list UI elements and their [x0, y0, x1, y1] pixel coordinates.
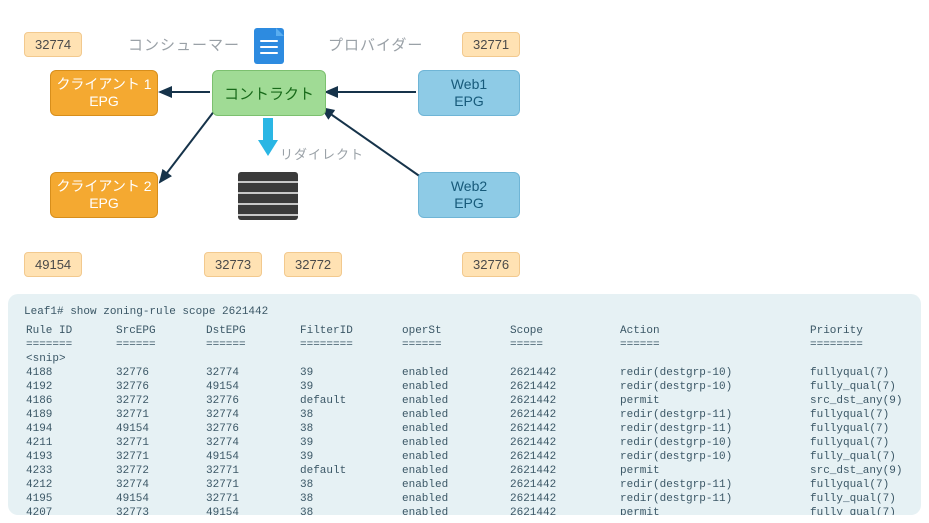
- contract-node: コントラクト: [212, 70, 326, 116]
- tag-32773: 32773: [204, 252, 262, 277]
- table-row: 42333277232771defaultenabled2621442permi…: [24, 464, 905, 478]
- terminal-panel: Leaf1# show zoning-rule scope 2621442 Ru…: [8, 294, 921, 515]
- table-row: 4212327743277138enabled2621442redir(dest…: [24, 478, 905, 492]
- redirect-label: リダイレクト: [280, 144, 364, 163]
- table-row: ========================================…: [24, 338, 905, 352]
- redirect-arrow-icon: [259, 118, 277, 156]
- table-row: 4192327764915439enabled2621442redir(dest…: [24, 380, 905, 394]
- table-row: Rule IDSrcEPGDstEPGFilterIDoperStScopeAc…: [24, 324, 905, 338]
- consumer-label: コンシューマー: [128, 34, 240, 55]
- provider-label: プロバイダー: [328, 34, 423, 55]
- firewall-icon: [238, 172, 298, 220]
- tag-32771: 32771: [462, 32, 520, 57]
- table-row: 4193327714915439enabled2621442redir(dest…: [24, 450, 905, 464]
- client1-epg-node: クライアント 1 EPG: [50, 70, 158, 116]
- web2-epg-node: Web2 EPG: [418, 172, 520, 218]
- zoning-rule-table: Rule IDSrcEPGDstEPGFilterIDoperStScopeAc…: [24, 324, 905, 515]
- table-row: 41863277232776defaultenabled2621442permi…: [24, 394, 905, 408]
- table-row: <snip>: [24, 352, 905, 366]
- table-row: 4211327713277439enabled2621442redir(dest…: [24, 436, 905, 450]
- tag-49154: 49154: [24, 252, 82, 277]
- document-icon: [254, 28, 284, 64]
- client2-epg-node: クライアント 2 EPG: [50, 172, 158, 218]
- tag-32774: 32774: [24, 32, 82, 57]
- tag-32776: 32776: [462, 252, 520, 277]
- terminal-command: Leaf1# show zoning-rule scope 2621442: [24, 306, 905, 318]
- web1-epg-node: Web1 EPG: [418, 70, 520, 116]
- table-row: 4188327763277439enabled2621442redir(dest…: [24, 366, 905, 380]
- table-row: 4195491543277138enabled2621442redir(dest…: [24, 492, 905, 506]
- table-row: 4207327734915438enabled2621442permitfull…: [24, 506, 905, 515]
- tag-32772: 32772: [284, 252, 342, 277]
- table-row: 4189327713277438enabled2621442redir(dest…: [24, 408, 905, 422]
- table-row: 4194491543277638enabled2621442redir(dest…: [24, 422, 905, 436]
